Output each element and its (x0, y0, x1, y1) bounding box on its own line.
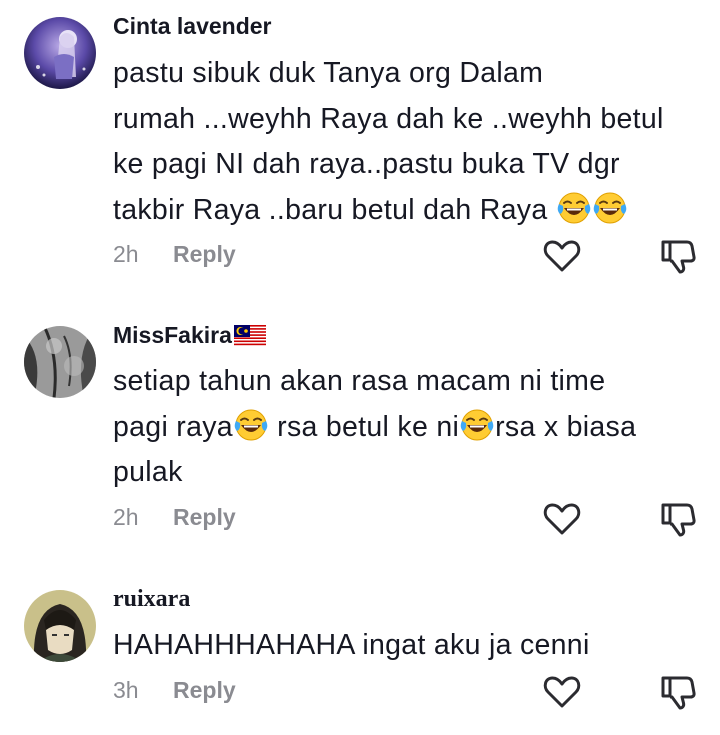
avatar[interactable] (24, 590, 96, 662)
reply-button[interactable]: Reply (173, 677, 236, 704)
comment-meta: 2h Reply (113, 504, 236, 531)
malaysia-flag-icon (233, 324, 266, 347)
comment-text-line: pastu sibuk duk Tanya org Dalam (113, 57, 544, 89)
comment-text: setiap tahun akan rasa macam ni time pag… (113, 359, 703, 496)
comment-text-line: HAHAHHHAHAHA ingat aku ja cenni (113, 629, 590, 661)
face-with-tears-of-joy-icon (556, 190, 592, 226)
thumbs-down-outline-icon[interactable] (658, 672, 698, 712)
timestamp: 2h (113, 241, 139, 267)
face-with-tears-of-joy-icon (592, 190, 628, 226)
comment-text-line: pulak (113, 456, 183, 488)
comment-meta: 2h Reply (113, 241, 236, 268)
username[interactable]: Cinta lavender (113, 13, 272, 40)
avatar[interactable] (24, 17, 96, 89)
comment-text-line: takbir Raya ..baru betul dah Raya (113, 188, 703, 234)
face-with-tears-of-joy-icon (459, 407, 495, 443)
comment-text-line: setiap tahun akan rasa macam ni time (113, 365, 606, 397)
comment-text: pastu sibuk duk Tanya org Dalam rumah ..… (113, 51, 703, 233)
heart-outline-icon[interactable] (542, 236, 582, 276)
comment-text: HAHAHHHAHAHA ingat aku ja cenni (113, 623, 703, 669)
comment-text-line: ke pagi NI dah raya..pastu buka TV dgr (113, 148, 620, 180)
username[interactable]: MissFakira (113, 322, 266, 349)
thumbs-down-outline-icon[interactable] (658, 499, 698, 539)
face-with-tears-of-joy-icon (233, 407, 269, 443)
reply-button[interactable]: Reply (173, 504, 236, 531)
comment-text-line: rumah ...weyhh Raya dah ke ..weyhh betul (113, 102, 664, 135)
comment-meta: 3h Reply (113, 677, 236, 704)
avatar[interactable] (24, 326, 96, 398)
comment-text-line: pagi raya rsa betul ke ni rsa x biasa (113, 405, 703, 451)
heart-outline-icon[interactable] (542, 499, 582, 539)
thumbs-down-outline-icon[interactable] (658, 236, 698, 276)
timestamp: 3h (113, 677, 139, 703)
username[interactable]: ruixara (113, 586, 190, 613)
heart-outline-icon[interactable] (542, 672, 582, 712)
timestamp: 2h (113, 504, 139, 530)
reply-button[interactable]: Reply (173, 241, 236, 268)
